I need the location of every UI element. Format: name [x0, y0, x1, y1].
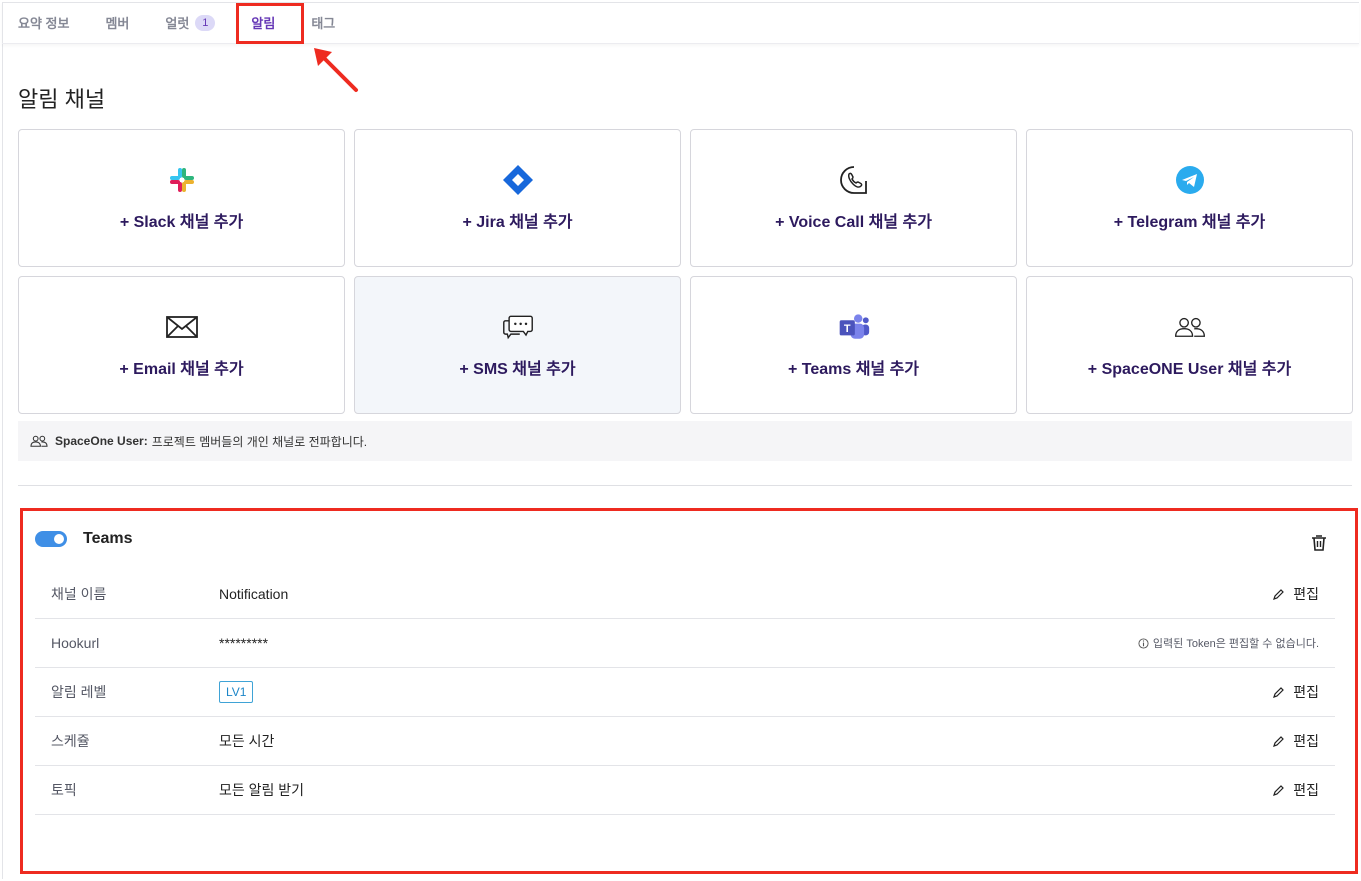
slack-icon [166, 164, 198, 196]
telegram-icon [1174, 164, 1206, 196]
card-label: + Telegram 채널 추가 [1113, 214, 1266, 231]
sms-icon [502, 311, 534, 343]
email-icon [165, 311, 198, 343]
card-label: + Slack 채널 추가 [119, 214, 244, 231]
tab-bar: 요약 정보 멤버 얼럿 1 알림 태그 [2, 2, 1359, 44]
row-key: 스케쥴 [51, 733, 90, 749]
row-value: ********* [219, 635, 269, 651]
channel-cards: + Slack 채널 추가 + Jira 채널 추가 + Voice Call … [18, 129, 1354, 414]
row-value: LV1 [219, 681, 254, 703]
channel-enable-toggle[interactable] [35, 531, 67, 547]
add-email-channel-card[interactable]: + Email 채널 추가 [18, 276, 345, 414]
jira-icon [502, 164, 534, 196]
users-icon [30, 434, 48, 448]
add-slack-channel-card[interactable]: + Slack 채널 추가 [18, 129, 345, 267]
alert-count-badge: 1 [195, 14, 216, 31]
add-sms-channel-card[interactable]: + SMS 채널 추가 [354, 276, 681, 414]
channel-detail-table: 채널 이름 Notification 편집 Hookurl ********* … [35, 570, 1335, 815]
section-title: 알림 채널 [18, 87, 106, 112]
card-label: + Voice Call 채널 추가 [775, 214, 932, 231]
card-label: + Teams 채널 추가 [787, 361, 920, 378]
pencil-icon [1273, 687, 1285, 698]
section-divider [18, 485, 1352, 486]
annotation-arrow [314, 48, 358, 92]
info-title: SpaceOne User: [55, 434, 148, 448]
row-value: 모든 시간 [219, 733, 275, 749]
info-icon [1138, 637, 1149, 649]
teams-icon: T [838, 311, 870, 343]
detail-row-schedule: 스케쥴 모든 시간 편집 [35, 717, 1335, 766]
users-icon [1174, 311, 1206, 343]
edit-button[interactable]: 편집 [1273, 682, 1319, 702]
info-text: 프로젝트 멤버들의 개인 채널로 전파합니다. [151, 434, 368, 449]
add-voice-call-channel-card[interactable]: + Voice Call 채널 추가 [690, 129, 1017, 267]
edit-button[interactable]: 편집 [1273, 731, 1319, 751]
card-label: + Email 채널 추가 [119, 361, 244, 378]
channel-panel-name: Teams [83, 530, 133, 547]
row-key: 토픽 [51, 782, 77, 798]
edit-button[interactable]: 편집 [1273, 780, 1319, 800]
detail-row-notification-level: 알림 레벨 LV1 편집 [35, 668, 1335, 717]
row-value: 모든 알림 받기 [219, 782, 305, 798]
trash-icon[interactable] [1310, 534, 1328, 552]
level-badge: LV1 [219, 681, 254, 703]
add-teams-channel-card[interactable]: T + Teams 채널 추가 [690, 276, 1017, 414]
pencil-icon [1273, 736, 1285, 747]
add-telegram-channel-card[interactable]: + Telegram 채널 추가 [1026, 129, 1353, 267]
toggle-knob [54, 534, 64, 544]
tab-members[interactable]: 멤버 [105, 13, 129, 32]
detail-row-topic: 토픽 모든 알림 받기 편집 [35, 766, 1335, 815]
svg-text:T: T [843, 323, 850, 335]
voice-call-icon [838, 164, 870, 196]
detail-row-channel-name: 채널 이름 Notification 편집 [35, 570, 1335, 619]
row-value: Notification [219, 586, 289, 602]
card-label: + SpaceONE User 채널 추가 [1087, 361, 1292, 378]
card-label: + SMS 채널 추가 [459, 361, 576, 378]
pencil-icon [1273, 589, 1285, 600]
pencil-icon [1273, 785, 1285, 796]
spaceone-user-info: SpaceOne User: 프로젝트 멤버들의 개인 채널로 전파합니다. [18, 421, 1352, 461]
highlight-box-tab [236, 3, 304, 44]
row-key: Hookurl [51, 635, 100, 651]
card-label: + Jira 채널 추가 [462, 214, 573, 231]
row-key: 채널 이름 [51, 586, 107, 602]
row-key: 알림 레벨 [51, 684, 107, 700]
add-spaceone-user-channel-card[interactable]: + SpaceONE User 채널 추가 [1026, 276, 1353, 414]
tab-summary[interactable]: 요약 정보 [18, 13, 69, 32]
readonly-note: 입력된 Token은 편집할 수 없습니다. [1138, 635, 1319, 651]
add-jira-channel-card[interactable]: + Jira 채널 추가 [354, 129, 681, 267]
tab-tags[interactable]: 태그 [311, 13, 335, 32]
tab-alerts[interactable]: 얼럿 1 [165, 13, 216, 32]
edit-button[interactable]: 편집 [1273, 584, 1319, 604]
detail-row-hookurl: Hookurl ********* 입력된 Token은 편집할 수 없습니다. [35, 619, 1335, 668]
channel-panel-header: Teams [35, 530, 133, 548]
